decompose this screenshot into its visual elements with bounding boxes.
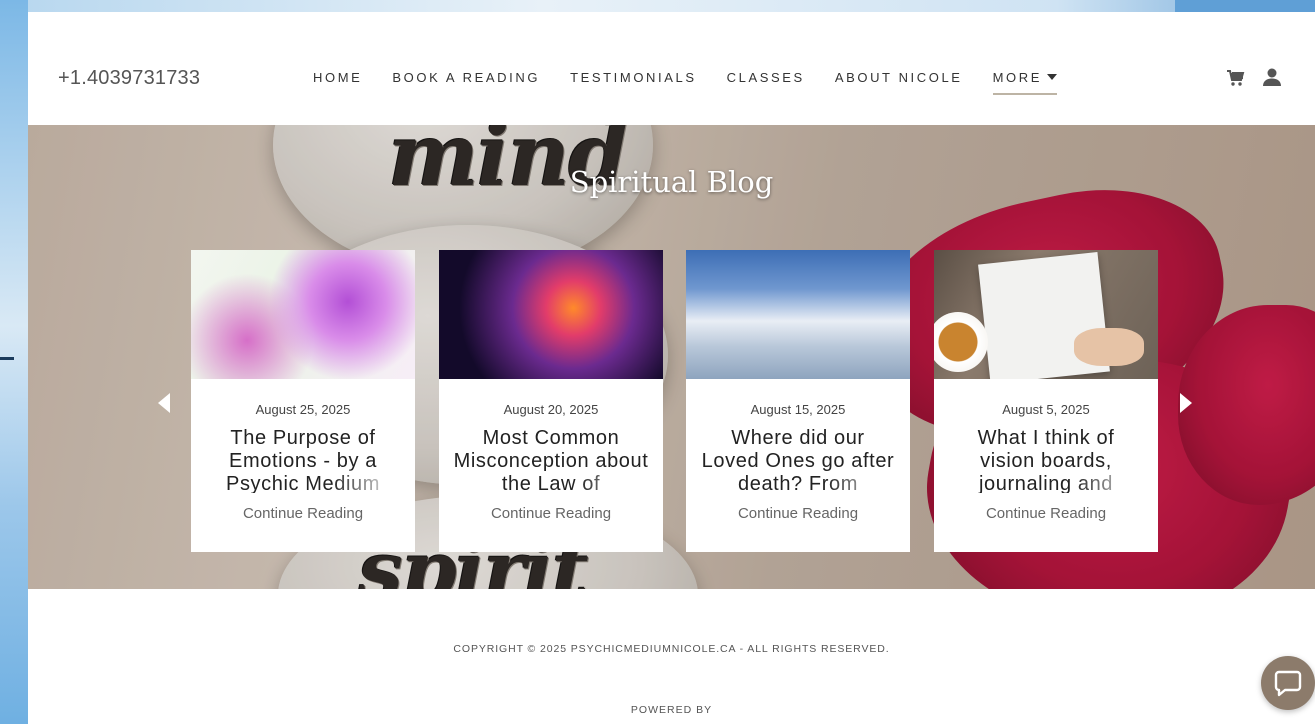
continue-reading-link[interactable]: Continue Reading (439, 505, 663, 522)
post-title[interactable]: The Purpose of Emotions - by a Psychic M… (205, 427, 401, 493)
post-thumbnail[interactable] (686, 250, 910, 379)
nav-testimonials[interactable]: TESTIMONIALS (570, 70, 697, 95)
background-sky-top (28, 0, 1315, 12)
continue-reading-link[interactable]: Continue Reading (191, 505, 415, 522)
nav-more-dropdown[interactable]: MORE (992, 70, 1057, 95)
background-sky-left (0, 0, 28, 724)
blog-post-card[interactable]: August 20, 2025 Most Common Misconceptio… (439, 250, 663, 552)
background-mark (0, 357, 14, 360)
blog-post-card[interactable]: August 15, 2025 Where did our Loved Ones… (686, 250, 910, 552)
nav-home[interactable]: HOME (313, 70, 362, 95)
website-page: +1.4039731733 HOME BOOK A READING TESTIM… (28, 12, 1315, 724)
post-date: August 25, 2025 (255, 402, 351, 417)
post-thumbnail[interactable] (934, 250, 1158, 379)
carousel-next-arrow-icon[interactable] (1180, 393, 1192, 413)
post-date: August 15, 2025 (750, 402, 846, 417)
post-date: August 20, 2025 (503, 402, 599, 417)
chat-button[interactable] (1261, 656, 1315, 710)
post-title[interactable]: Where did our Loved Ones go after death?… (700, 427, 896, 493)
copyright-text: COPYRIGHT © 2025 PSYCHICMEDIUMNICOLE.CA … (453, 643, 890, 655)
post-thumbnail[interactable] (439, 250, 663, 379)
nav-classes[interactable]: CLASSES (727, 70, 805, 95)
nav-about-nicole[interactable]: ABOUT NICOLE (835, 70, 963, 95)
nav-more-label: MORE (992, 70, 1042, 85)
phone-number-link[interactable]: +1.4039731733 (58, 67, 200, 90)
thumbnail-hand (1074, 328, 1144, 366)
cart-icon[interactable] (1226, 68, 1246, 88)
blog-post-card[interactable]: August 5, 2025 What I think of vision bo… (934, 250, 1158, 552)
blog-post-card[interactable]: August 25, 2025 The Purpose of Emotions … (191, 250, 415, 552)
continue-reading-link[interactable]: Continue Reading (686, 505, 910, 522)
post-title[interactable]: Most Common Misconception about the Law … (453, 427, 649, 493)
main-nav: HOME BOOK A READING TESTIMONIALS CLASSES… (313, 70, 1087, 95)
thumbnail-coffee-cup (934, 312, 988, 372)
carousel-prev-arrow-icon[interactable] (158, 393, 170, 413)
background-sky-right (1175, 0, 1315, 12)
blog-hero-section: mind spirit Spiritual Blog August 25, 20… (28, 125, 1315, 589)
powered-by-text: POWERED BY (630, 704, 713, 716)
chat-bubble-icon (1274, 670, 1302, 697)
caret-down-icon (1046, 74, 1057, 80)
post-thumbnail[interactable] (191, 250, 415, 379)
post-title[interactable]: What I think of vision boards, journalin… (948, 427, 1144, 493)
user-icon[interactable] (1262, 67, 1282, 87)
nav-book-a-reading[interactable]: BOOK A READING (392, 70, 540, 95)
site-header: +1.4039731733 HOME BOOK A READING TESTIM… (28, 12, 1315, 125)
continue-reading-link[interactable]: Continue Reading (934, 505, 1158, 522)
post-date: August 5, 2025 (1002, 402, 1090, 417)
section-title: Spiritual Blog (569, 165, 774, 199)
